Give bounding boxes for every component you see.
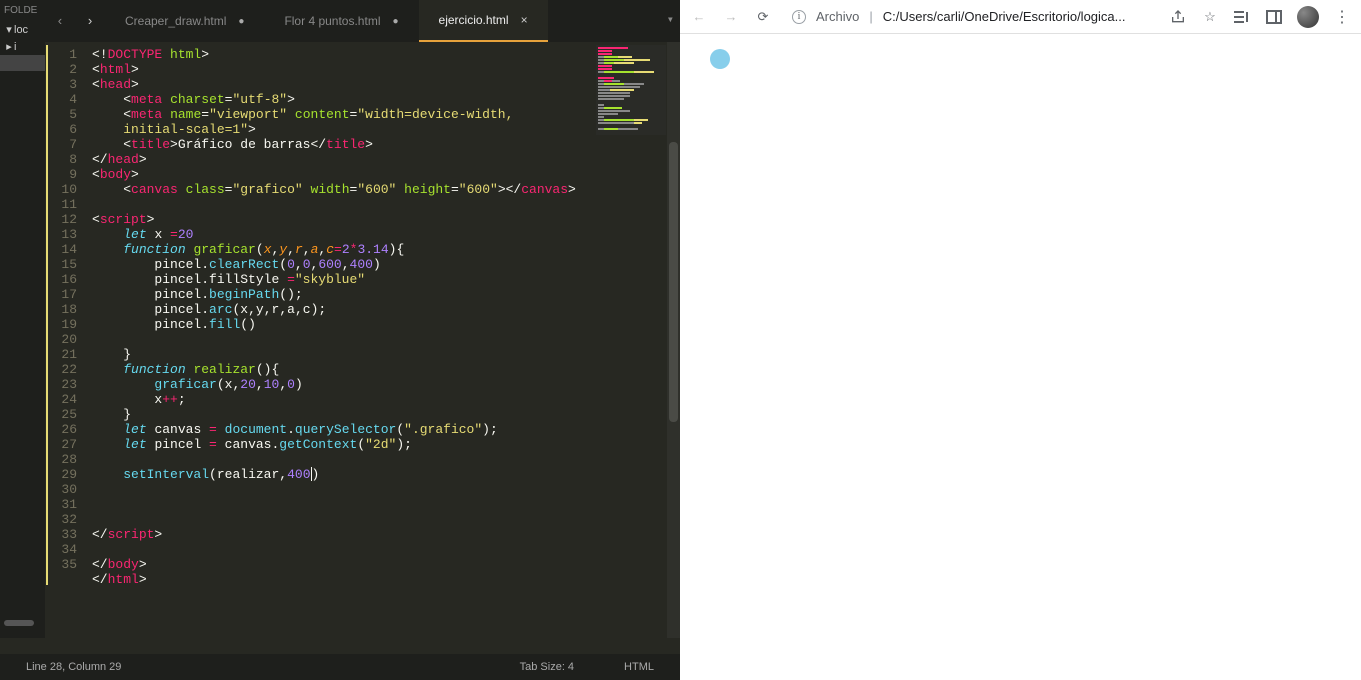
folder-sidebar[interactable]: FOLDE ▾loc ▸i [0, 0, 45, 638]
browser-menu-icon[interactable]: ⋮ [1333, 8, 1351, 26]
tab-overflow-icon[interactable]: ▾ [667, 12, 674, 27]
addr-scheme: Archivo [816, 9, 859, 24]
browser-pane: ← → ⟳ i Archivo | C:/Users/carli/OneDriv… [680, 0, 1361, 680]
browser-back-icon[interactable]: ← [690, 8, 708, 26]
rendered-circle [710, 49, 730, 69]
sidebar-scrollbar[interactable] [4, 620, 34, 626]
line-gutter: 1234567891011121314151617181920212223242… [42, 42, 92, 654]
close-icon[interactable]: × [521, 13, 528, 27]
address-bar[interactable]: i Archivo | C:/Users/carli/OneDrive/Escr… [786, 9, 1155, 24]
tab-label: Creaper_draw.html [125, 14, 226, 28]
nav-back-icon[interactable]: ‹ [45, 0, 75, 42]
profile-avatar[interactable] [1297, 6, 1319, 28]
reading-list-icon[interactable] [1233, 8, 1251, 26]
browser-reload-icon[interactable]: ⟳ [754, 8, 772, 26]
info-icon[interactable]: i [792, 10, 806, 24]
browser-viewport [680, 34, 1361, 680]
tab-label: Flor 4 puntos.html [284, 14, 380, 28]
tree-item[interactable] [0, 71, 45, 87]
share-icon[interactable] [1169, 8, 1187, 26]
tree-item-selected[interactable] [0, 55, 45, 71]
status-tabsize[interactable]: Tab Size: 4 [520, 661, 574, 673]
addr-separator: | [869, 9, 872, 24]
browser-toolbar: ← → ⟳ i Archivo | C:/Users/carli/OneDriv… [680, 0, 1361, 34]
tree-item[interactable]: ▾loc [0, 21, 45, 38]
status-position[interactable]: Line 28, Column 29 [26, 661, 121, 673]
browser-forward-icon[interactable]: → [722, 8, 740, 26]
editor-pane: FOLDE ▾loc ▸i ‹ › Creaper_draw.html ● Fl… [0, 0, 680, 680]
tab-creaper[interactable]: Creaper_draw.html ● [105, 0, 264, 42]
star-icon[interactable]: ☆ [1201, 8, 1219, 26]
tree-item[interactable]: ▸i [0, 38, 45, 55]
modified-dot-icon: ● [238, 16, 244, 27]
status-language[interactable]: HTML [624, 661, 654, 673]
editor-scrollbar-track[interactable] [667, 42, 680, 638]
tab-flor[interactable]: Flor 4 puntos.html ● [264, 0, 418, 42]
tab-ejercicio[interactable]: ejercicio.html × [419, 0, 548, 42]
tree-item[interactable] [0, 87, 45, 103]
editor-area[interactable]: 1234567891011121314151617181920212223242… [42, 42, 680, 654]
sidepanel-icon[interactable] [1265, 8, 1283, 26]
modified-dot-icon: ● [392, 16, 398, 27]
status-bar: Line 28, Column 29 Tab Size: 4 HTML [0, 654, 680, 680]
folder-header: FOLDE [0, 0, 45, 21]
tab-label: ejercicio.html [439, 13, 509, 27]
editor-scrollbar-thumb[interactable] [669, 142, 678, 422]
minimap[interactable] [596, 45, 666, 135]
addr-path: C:/Users/carli/OneDrive/Escritorio/logic… [883, 9, 1126, 24]
tab-bar: ‹ › Creaper_draw.html ● Flor 4 puntos.ht… [0, 0, 680, 42]
modified-indicator-bar [46, 45, 48, 585]
nav-forward-icon[interactable]: › [75, 0, 105, 42]
code-content[interactable]: <!DOCTYPE html><html><head> <meta charse… [92, 42, 680, 654]
